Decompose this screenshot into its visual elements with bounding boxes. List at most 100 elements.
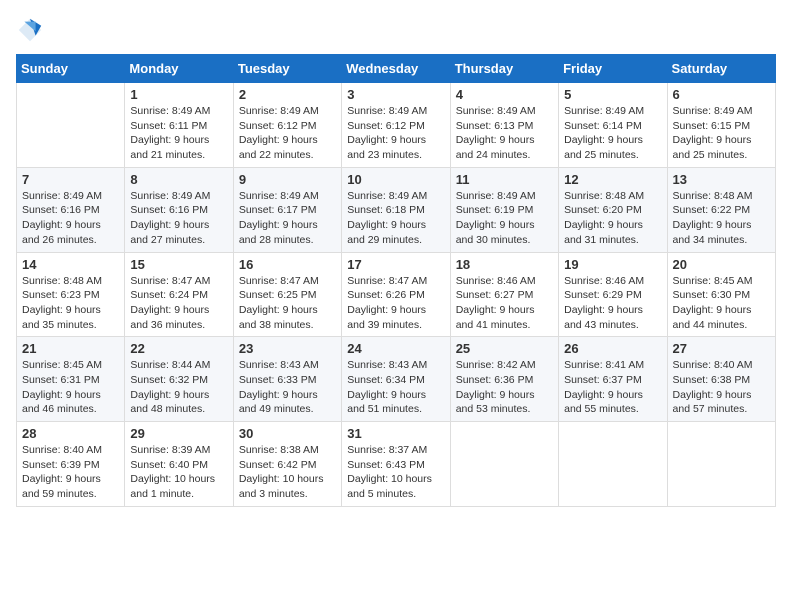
- logo: [16, 16, 48, 44]
- day-info: Sunrise: 8:49 AMSunset: 6:14 PMDaylight:…: [564, 104, 661, 163]
- day-number: 3: [347, 87, 444, 102]
- calendar-cell: [667, 422, 775, 507]
- day-info: Sunrise: 8:49 AMSunset: 6:11 PMDaylight:…: [130, 104, 227, 163]
- day-info: Sunrise: 8:49 AMSunset: 6:18 PMDaylight:…: [347, 189, 444, 248]
- day-info: Sunrise: 8:49 AMSunset: 6:16 PMDaylight:…: [130, 189, 227, 248]
- day-number: 8: [130, 172, 227, 187]
- day-number: 12: [564, 172, 661, 187]
- calendar-cell: 16 Sunrise: 8:47 AMSunset: 6:25 PMDayligh…: [233, 252, 341, 337]
- day-number: 14: [22, 257, 119, 272]
- calendar-week-3: 14Sunrise: 8:48 AMSunset: 6:23 PMDayligh…: [17, 252, 776, 337]
- calendar-cell: 14Sunrise: 8:48 AMSunset: 6:23 PMDayligh…: [17, 252, 125, 337]
- calendar-cell: 23 Sunrise: 8:43 AMSunset: 6:33 PMDayligh…: [233, 337, 341, 422]
- calendar-cell: 11 Sunrise: 8:49 AMSunset: 6:19 PMDayligh…: [450, 167, 558, 252]
- calendar-cell: 3Sunrise: 8:49 AMSunset: 6:12 PMDaylight…: [342, 83, 450, 168]
- day-number: 16: [239, 257, 336, 272]
- day-number: 28: [22, 426, 119, 441]
- calendar-cell: 26Sunrise: 8:41 AMSunset: 6:37 PMDayligh…: [559, 337, 667, 422]
- day-number: 11: [456, 172, 553, 187]
- day-info: Sunrise: 8:37 AMSunset: 6:43 PMDaylight:…: [347, 443, 444, 502]
- calendar-cell: 2 Sunrise: 8:49 AMSunset: 6:12 PMDaylight…: [233, 83, 341, 168]
- calendar-cell: 6 Sunrise: 8:49 AMSunset: 6:15 PMDaylight…: [667, 83, 775, 168]
- day-number: 17: [347, 257, 444, 272]
- calendar-cell: 28Sunrise: 8:40 AMSunset: 6:39 PMDayligh…: [17, 422, 125, 507]
- day-info: Sunrise: 8:49 AMSunset: 6:17 PMDaylight:…: [239, 189, 336, 248]
- day-number: 5: [564, 87, 661, 102]
- day-info: Sunrise: 8:43 AMSunset: 6:34 PMDaylight:…: [347, 358, 444, 417]
- calendar-week-1: 1 Sunrise: 8:49 AMSunset: 6:11 PMDaylight…: [17, 83, 776, 168]
- calendar-cell: 29 Sunrise: 8:39 AMSunset: 6:40 PMDayligh…: [125, 422, 233, 507]
- calendar-cell: 10 Sunrise: 8:49 AMSunset: 6:18 PMDayligh…: [342, 167, 450, 252]
- day-number: 20: [673, 257, 770, 272]
- day-number: 29: [130, 426, 227, 441]
- calendar-cell: 24 Sunrise: 8:43 AMSunset: 6:34 PMDayligh…: [342, 337, 450, 422]
- day-info: Sunrise: 8:44 AMSunset: 6:32 PMDaylight:…: [130, 358, 227, 417]
- calendar-cell: 31 Sunrise: 8:37 AMSunset: 6:43 PMDayligh…: [342, 422, 450, 507]
- day-number: 22: [130, 341, 227, 356]
- day-number: 2: [239, 87, 336, 102]
- calendar-cell: 17 Sunrise: 8:47 AMSunset: 6:26 PMDayligh…: [342, 252, 450, 337]
- day-number: 27: [673, 341, 770, 356]
- calendar-cell: 13 Sunrise: 8:48 AMSunset: 6:22 PMDayligh…: [667, 167, 775, 252]
- dow-saturday: Saturday: [667, 55, 775, 83]
- day-info: Sunrise: 8:47 AMSunset: 6:26 PMDaylight:…: [347, 274, 444, 333]
- dow-friday: Friday: [559, 55, 667, 83]
- day-info: Sunrise: 8:49 AMSunset: 6:16 PMDaylight:…: [22, 189, 119, 248]
- day-number: 1: [130, 87, 227, 102]
- day-number: 18: [456, 257, 553, 272]
- days-of-week-header: SundayMondayTuesdayWednesdayThursdayFrid…: [17, 55, 776, 83]
- day-info: Sunrise: 8:43 AMSunset: 6:33 PMDaylight:…: [239, 358, 336, 417]
- day-number: 6: [673, 87, 770, 102]
- day-info: Sunrise: 8:42 AMSunset: 6:36 PMDaylight:…: [456, 358, 553, 417]
- day-number: 21: [22, 341, 119, 356]
- calendar-cell: 4Sunrise: 8:49 AMSunset: 6:13 PMDaylight…: [450, 83, 558, 168]
- day-number: 26: [564, 341, 661, 356]
- calendar-body: 1 Sunrise: 8:49 AMSunset: 6:11 PMDaylight…: [17, 83, 776, 507]
- day-info: Sunrise: 8:49 AMSunset: 6:15 PMDaylight:…: [673, 104, 770, 163]
- day-info: Sunrise: 8:48 AMSunset: 6:22 PMDaylight:…: [673, 189, 770, 248]
- calendar-cell: [17, 83, 125, 168]
- day-info: Sunrise: 8:49 AMSunset: 6:19 PMDaylight:…: [456, 189, 553, 248]
- calendar-cell: 5 Sunrise: 8:49 AMSunset: 6:14 PMDaylight…: [559, 83, 667, 168]
- calendar-cell: 30 Sunrise: 8:38 AMSunset: 6:42 PMDayligh…: [233, 422, 341, 507]
- day-info: Sunrise: 8:38 AMSunset: 6:42 PMDaylight:…: [239, 443, 336, 502]
- day-info: Sunrise: 8:45 AMSunset: 6:30 PMDaylight:…: [673, 274, 770, 333]
- day-number: 25: [456, 341, 553, 356]
- dow-tuesday: Tuesday: [233, 55, 341, 83]
- day-number: 19: [564, 257, 661, 272]
- dow-wednesday: Wednesday: [342, 55, 450, 83]
- calendar-cell: 15Sunrise: 8:47 AMSunset: 6:24 PMDayligh…: [125, 252, 233, 337]
- calendar-cell: 8 Sunrise: 8:49 AMSunset: 6:16 PMDaylight…: [125, 167, 233, 252]
- dow-monday: Monday: [125, 55, 233, 83]
- day-info: Sunrise: 8:49 AMSunset: 6:13 PMDaylight:…: [456, 104, 553, 163]
- calendar-cell: [450, 422, 558, 507]
- calendar-week-5: 28Sunrise: 8:40 AMSunset: 6:39 PMDayligh…: [17, 422, 776, 507]
- dow-thursday: Thursday: [450, 55, 558, 83]
- calendar-cell: 21 Sunrise: 8:45 AMSunset: 6:31 PMDayligh…: [17, 337, 125, 422]
- calendar-cell: 20 Sunrise: 8:45 AMSunset: 6:30 PMDayligh…: [667, 252, 775, 337]
- day-info: Sunrise: 8:45 AMSunset: 6:31 PMDaylight:…: [22, 358, 119, 417]
- calendar-cell: 25 Sunrise: 8:42 AMSunset: 6:36 PMDayligh…: [450, 337, 558, 422]
- day-number: 24: [347, 341, 444, 356]
- calendar-cell: 7Sunrise: 8:49 AMSunset: 6:16 PMDaylight…: [17, 167, 125, 252]
- day-number: 10: [347, 172, 444, 187]
- day-info: Sunrise: 8:40 AMSunset: 6:38 PMDaylight:…: [673, 358, 770, 417]
- calendar-cell: 1 Sunrise: 8:49 AMSunset: 6:11 PMDaylight…: [125, 83, 233, 168]
- day-info: Sunrise: 8:46 AMSunset: 6:27 PMDaylight:…: [456, 274, 553, 333]
- calendar-week-2: 7Sunrise: 8:49 AMSunset: 6:16 PMDaylight…: [17, 167, 776, 252]
- day-info: Sunrise: 8:49 AMSunset: 6:12 PMDaylight:…: [239, 104, 336, 163]
- page-header: [16, 16, 776, 44]
- day-info: Sunrise: 8:47 AMSunset: 6:25 PMDaylight:…: [239, 274, 336, 333]
- day-number: 9: [239, 172, 336, 187]
- day-info: Sunrise: 8:39 AMSunset: 6:40 PMDaylight:…: [130, 443, 227, 502]
- day-info: Sunrise: 8:47 AMSunset: 6:24 PMDaylight:…: [130, 274, 227, 333]
- day-number: 31: [347, 426, 444, 441]
- day-number: 30: [239, 426, 336, 441]
- logo-icon: [16, 16, 44, 44]
- calendar-table: SundayMondayTuesdayWednesdayThursdayFrid…: [16, 54, 776, 507]
- day-info: Sunrise: 8:48 AMSunset: 6:20 PMDaylight:…: [564, 189, 661, 248]
- day-number: 13: [673, 172, 770, 187]
- day-number: 23: [239, 341, 336, 356]
- calendar-cell: 19Sunrise: 8:46 AMSunset: 6:29 PMDayligh…: [559, 252, 667, 337]
- calendar-cell: 22 Sunrise: 8:44 AMSunset: 6:32 PMDayligh…: [125, 337, 233, 422]
